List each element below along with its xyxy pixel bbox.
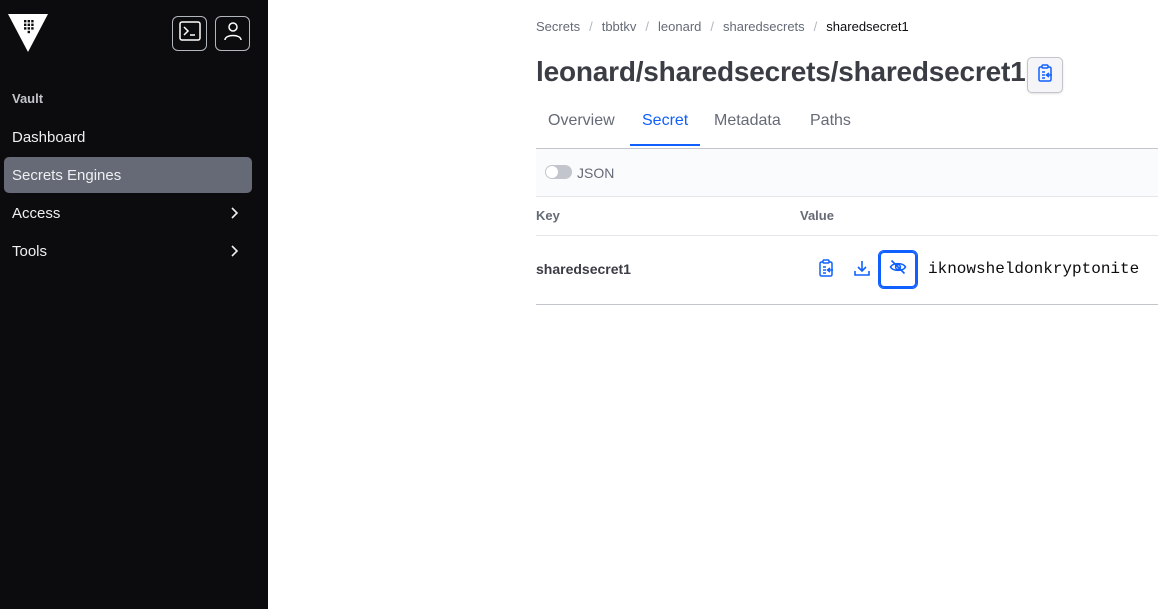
column-header-value: Value — [800, 208, 834, 223]
json-toggle[interactable] — [545, 165, 572, 179]
clipboard-copy-icon — [817, 258, 835, 282]
terminal-icon — [178, 21, 201, 46]
download-icon — [853, 259, 871, 282]
console-button[interactable] — [172, 16, 207, 51]
sidebar: Vault Dashboard Secrets Engines Access T… — [0, 0, 268, 609]
sidebar-item-label: Secrets Engines — [12, 166, 122, 184]
breadcrumb: Secrets / tbbtkv / leonard / sharedsecre… — [536, 19, 909, 34]
tab-overview[interactable]: Overview — [548, 112, 615, 144]
sidebar-item-access[interactable]: Access — [4, 195, 252, 231]
user-menu-button[interactable] — [215, 16, 250, 51]
breadcrumb-separator: / — [813, 19, 818, 34]
chevron-right-icon — [226, 243, 242, 263]
sidebar-item-tools[interactable]: Tools — [4, 233, 252, 269]
breadcrumb-separator: / — [589, 19, 593, 34]
table-row-divider — [536, 304, 1158, 305]
sidebar-item-dashboard[interactable]: Dashboard — [4, 119, 252, 155]
clipboard-copy-icon — [1036, 63, 1054, 87]
breadcrumb-link-secrets[interactable]: Secrets — [536, 19, 580, 34]
page-title: leonard/sharedsecrets/sharedsecret1 — [536, 56, 1026, 87]
tab-paths[interactable]: Paths — [810, 112, 851, 144]
tab-metadata[interactable]: Metadata — [714, 112, 781, 144]
toggle-visibility-button[interactable] — [879, 251, 917, 288]
breadcrumb-link-leonard[interactable]: leonard — [658, 19, 701, 34]
json-toggle-label: JSON — [577, 165, 615, 181]
breadcrumb-link-tbbtkv[interactable]: tbbtkv — [602, 19, 637, 34]
sidebar-section-title: Vault — [12, 91, 44, 106]
sidebar-item-label: Dashboard — [12, 128, 86, 146]
vault-logo-icon[interactable] — [8, 14, 48, 52]
sidebar-item-secrets-engines[interactable]: Secrets Engines — [4, 157, 252, 193]
copy-secret-button[interactable] — [808, 252, 844, 288]
breadcrumb-separator: / — [710, 19, 715, 34]
secret-toolbar: JSON — [536, 149, 1158, 197]
secret-key: sharedsecret1 — [536, 261, 631, 277]
user-icon — [223, 21, 243, 46]
column-header-key: Key — [536, 208, 560, 223]
breadcrumb-link-sharedsecrets[interactable]: sharedsecrets — [723, 19, 805, 34]
sidebar-item-label: Access — [12, 204, 61, 222]
breadcrumb-current: sharedsecret1 — [826, 19, 909, 34]
table-header-divider — [536, 235, 1158, 236]
tab-secret[interactable]: Secret — [630, 112, 701, 146]
eye-off-icon — [889, 258, 907, 281]
sidebar-item-label: Tools — [12, 242, 48, 260]
tab-bar: Overview Secret Metadata Paths — [536, 100, 1158, 149]
chevron-right-icon — [226, 205, 242, 225]
secret-value: iknowsheldonkryptonite — [928, 260, 1140, 278]
copy-path-button[interactable] — [1027, 57, 1063, 93]
breadcrumb-separator: / — [645, 19, 650, 34]
download-secret-button[interactable] — [844, 252, 880, 288]
